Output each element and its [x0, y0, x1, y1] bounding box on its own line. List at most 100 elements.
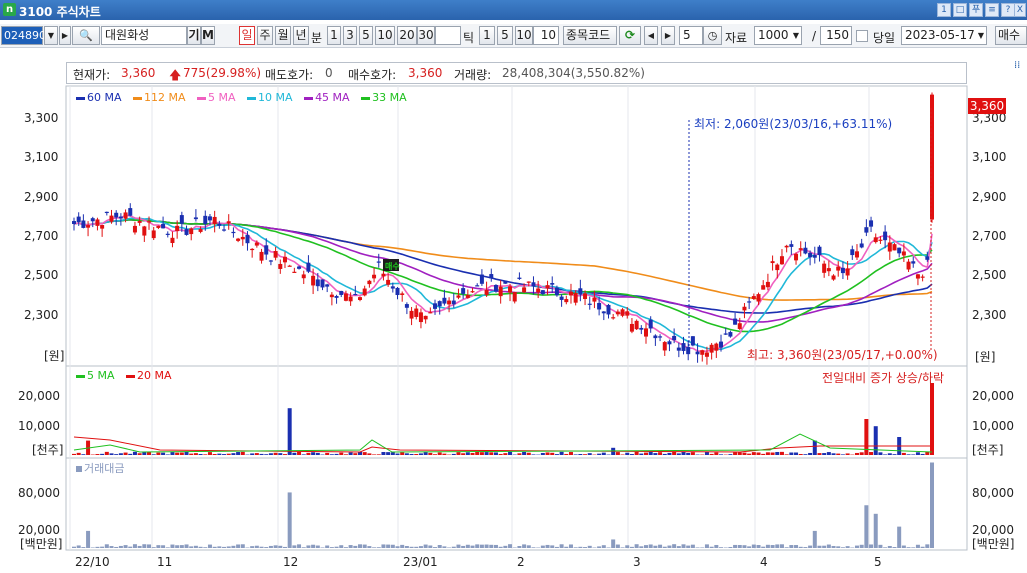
candle-body [737, 323, 742, 329]
volume-bar [475, 451, 480, 455]
amount-bar [719, 547, 724, 548]
volume-bar [423, 452, 428, 455]
candle-body [719, 341, 724, 348]
candle-body [761, 285, 766, 290]
amount-bar [597, 546, 602, 548]
volume-bar [76, 452, 81, 455]
candle-body [686, 346, 691, 355]
amount-bar [343, 547, 348, 548]
amount-bar [854, 545, 859, 548]
amount-bar [559, 544, 564, 548]
amount-bar [779, 544, 784, 548]
amount-bar [372, 547, 377, 548]
amount-bar [151, 547, 156, 548]
candle-body [287, 265, 292, 267]
amount-bar [789, 545, 794, 548]
price-axis-right-2700: 2,700 [972, 229, 1007, 243]
candle-body [207, 216, 212, 221]
volume-bar [634, 451, 639, 455]
volume-bar [522, 451, 527, 455]
legend-vol-ma20[interactable]: 20 MA [126, 369, 172, 382]
candle-body [240, 236, 245, 240]
candle-body [282, 256, 287, 263]
amount-bar [747, 546, 752, 548]
volume-bar [123, 452, 128, 455]
volume-bar [137, 453, 142, 455]
volume-bar [418, 453, 423, 455]
amount-bar [193, 545, 198, 548]
candle-body [193, 217, 198, 220]
price-axis-left-3300: 3,300 [24, 111, 59, 125]
volume-bar [132, 451, 137, 455]
amount-bar [240, 544, 245, 548]
amount-bar [325, 545, 330, 548]
candle-body [784, 245, 789, 248]
volume-bar [915, 452, 920, 455]
volume-bar [278, 453, 283, 455]
candle-body [667, 341, 672, 345]
volume-bar [892, 454, 897, 455]
amount-bar [423, 544, 428, 548]
amount-bar [222, 546, 227, 548]
amount-bar [836, 546, 841, 548]
candle-body [306, 262, 311, 272]
price-chart[interactable]: 매수 [0, 0, 1027, 573]
volume-bar [461, 453, 466, 455]
amount-bar [864, 505, 869, 548]
volume-bar [217, 453, 222, 455]
volume-bar [644, 452, 648, 455]
candle-body [526, 281, 531, 283]
candle-body [559, 296, 564, 300]
candle-body [887, 242, 892, 252]
volume-bar [550, 452, 555, 455]
volume-bar [930, 383, 934, 455]
candle-body [109, 215, 114, 222]
amount-bar [700, 547, 705, 548]
candle-body [456, 295, 461, 298]
amount-bar [100, 546, 105, 548]
volume-bar [479, 452, 484, 455]
amount-bar [728, 546, 733, 548]
candle-body [315, 279, 320, 287]
candle-body [86, 225, 91, 228]
candle-body [869, 220, 874, 227]
legend-ma45[interactable]: 45 MA [304, 91, 350, 104]
candle-body [95, 219, 100, 226]
amount-bar [118, 545, 123, 548]
candle-body [137, 220, 142, 223]
high-annotation: 최고: 3,360원(23/05/17,+0.00%) [747, 348, 938, 362]
amount-bar [859, 544, 864, 548]
candle-body [770, 261, 775, 264]
amount-bar [522, 544, 527, 548]
amount-bar [770, 545, 775, 548]
candle-body [81, 220, 86, 228]
amount-bar [573, 547, 578, 548]
volume-bar [489, 452, 494, 455]
legend-ma33[interactable]: 33 MA [361, 91, 407, 104]
volume-bar [709, 453, 714, 455]
volume-bar [147, 452, 152, 455]
volume-bar [564, 453, 569, 455]
amount-bar [676, 546, 681, 548]
amount-bar [765, 544, 770, 548]
legend-ma5[interactable]: 5 MA [197, 91, 236, 104]
volume-bar [826, 452, 831, 455]
price-axis-right-2300: 2,300 [972, 308, 1007, 322]
amount-bar [878, 544, 883, 548]
amount-bar [751, 544, 756, 548]
legend-ma60[interactable]: 60 MA [76, 91, 122, 104]
candle-body [362, 288, 367, 296]
volume-bar [301, 454, 306, 455]
volume-bar [400, 452, 405, 455]
amount-bar [400, 544, 405, 548]
volume-bar [854, 452, 859, 455]
legend-ma10[interactable]: 10 MA [247, 91, 293, 104]
amount-panel [65, 457, 968, 551]
legend-vol-ma5[interactable]: 5 MA [76, 369, 115, 382]
candle-body [578, 288, 583, 295]
candle-body [320, 279, 325, 288]
volume-bar [189, 453, 194, 455]
volume-bar [662, 453, 667, 455]
legend-ma112[interactable]: 112 MA [133, 91, 186, 104]
volume-bar [648, 452, 653, 455]
